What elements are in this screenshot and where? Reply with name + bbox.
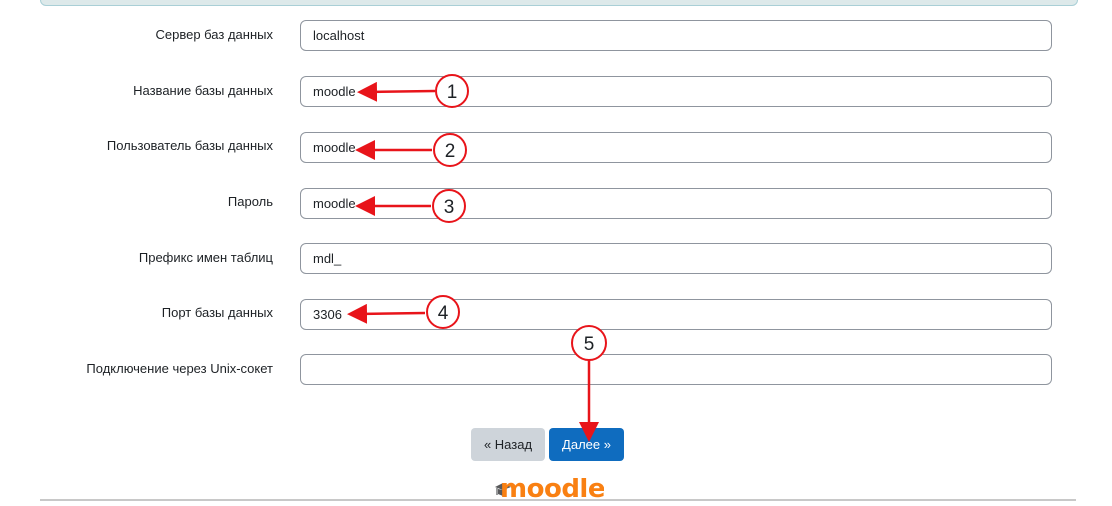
moodle-logo-text: moodle — [500, 478, 604, 504]
table-prefix-label: Префикс имен таблиц — [138, 250, 273, 265]
unix-socket-input[interactable] — [300, 354, 1052, 385]
unix-socket-label: Подключение через Unix-сокет — [86, 361, 273, 376]
install-page: Сервер баз данных localhost Название баз… — [0, 0, 1112, 506]
table-prefix-input[interactable]: mdl_ — [300, 243, 1052, 274]
db-user-input[interactable]: moodle — [300, 132, 1052, 163]
db-port-label: Порт базы данных — [161, 305, 273, 320]
db-name-input[interactable]: moodle — [300, 76, 1052, 107]
db-host-label: Сервер баз данных — [155, 27, 273, 42]
db-host-input[interactable]: localhost — [300, 20, 1052, 51]
back-button[interactable]: « Назад — [471, 428, 545, 461]
db-port-input[interactable]: 3306 — [300, 299, 1052, 330]
db-password-label: Пароль — [227, 194, 273, 209]
db-password-input[interactable]: moodle — [300, 188, 1052, 219]
db-user-label: Пользователь базы данных — [106, 138, 273, 153]
next-button[interactable]: Далее » — [549, 428, 624, 461]
annotation-number-5: 5 — [584, 334, 595, 355]
moodle-logo: moodle — [494, 478, 604, 504]
top-notice-strip — [40, 0, 1078, 6]
db-name-label: Название базы данных — [133, 83, 273, 98]
